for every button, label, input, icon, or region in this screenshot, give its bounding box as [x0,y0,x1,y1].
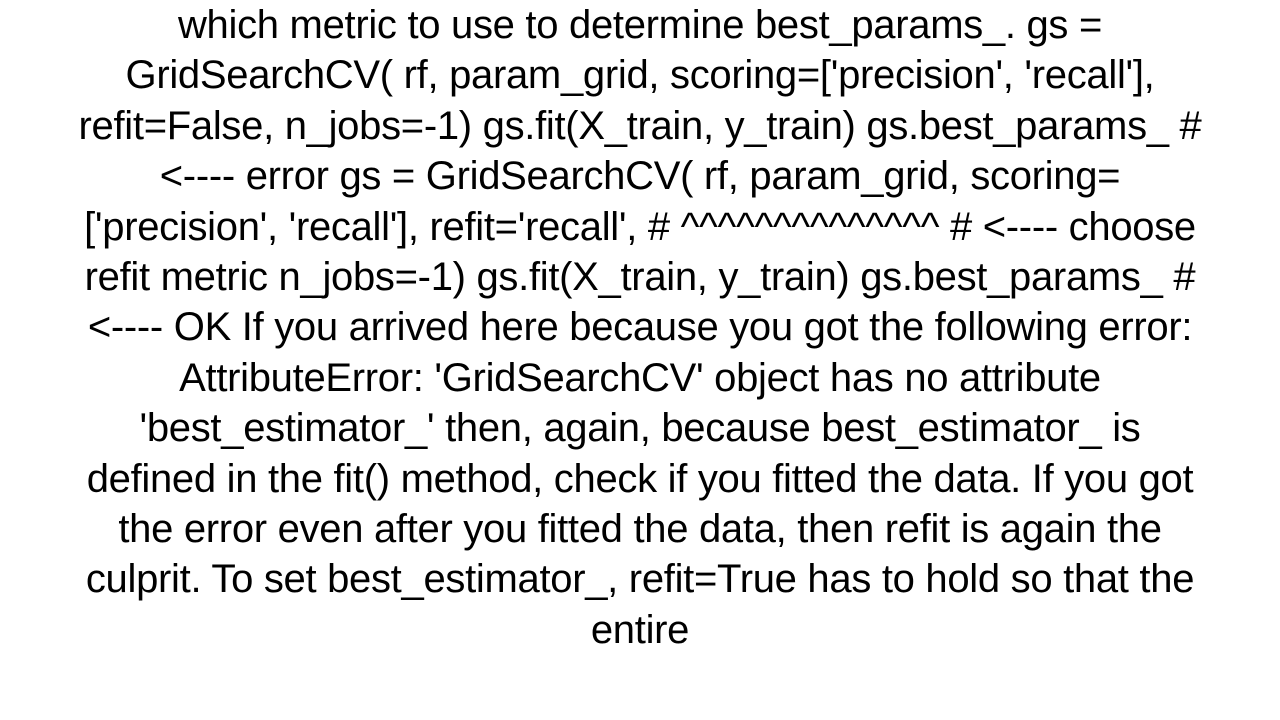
document-text-block: which metric to use to determine best_pa… [0,0,1280,720]
body-text: which metric to use to determine best_pa… [70,0,1210,655]
